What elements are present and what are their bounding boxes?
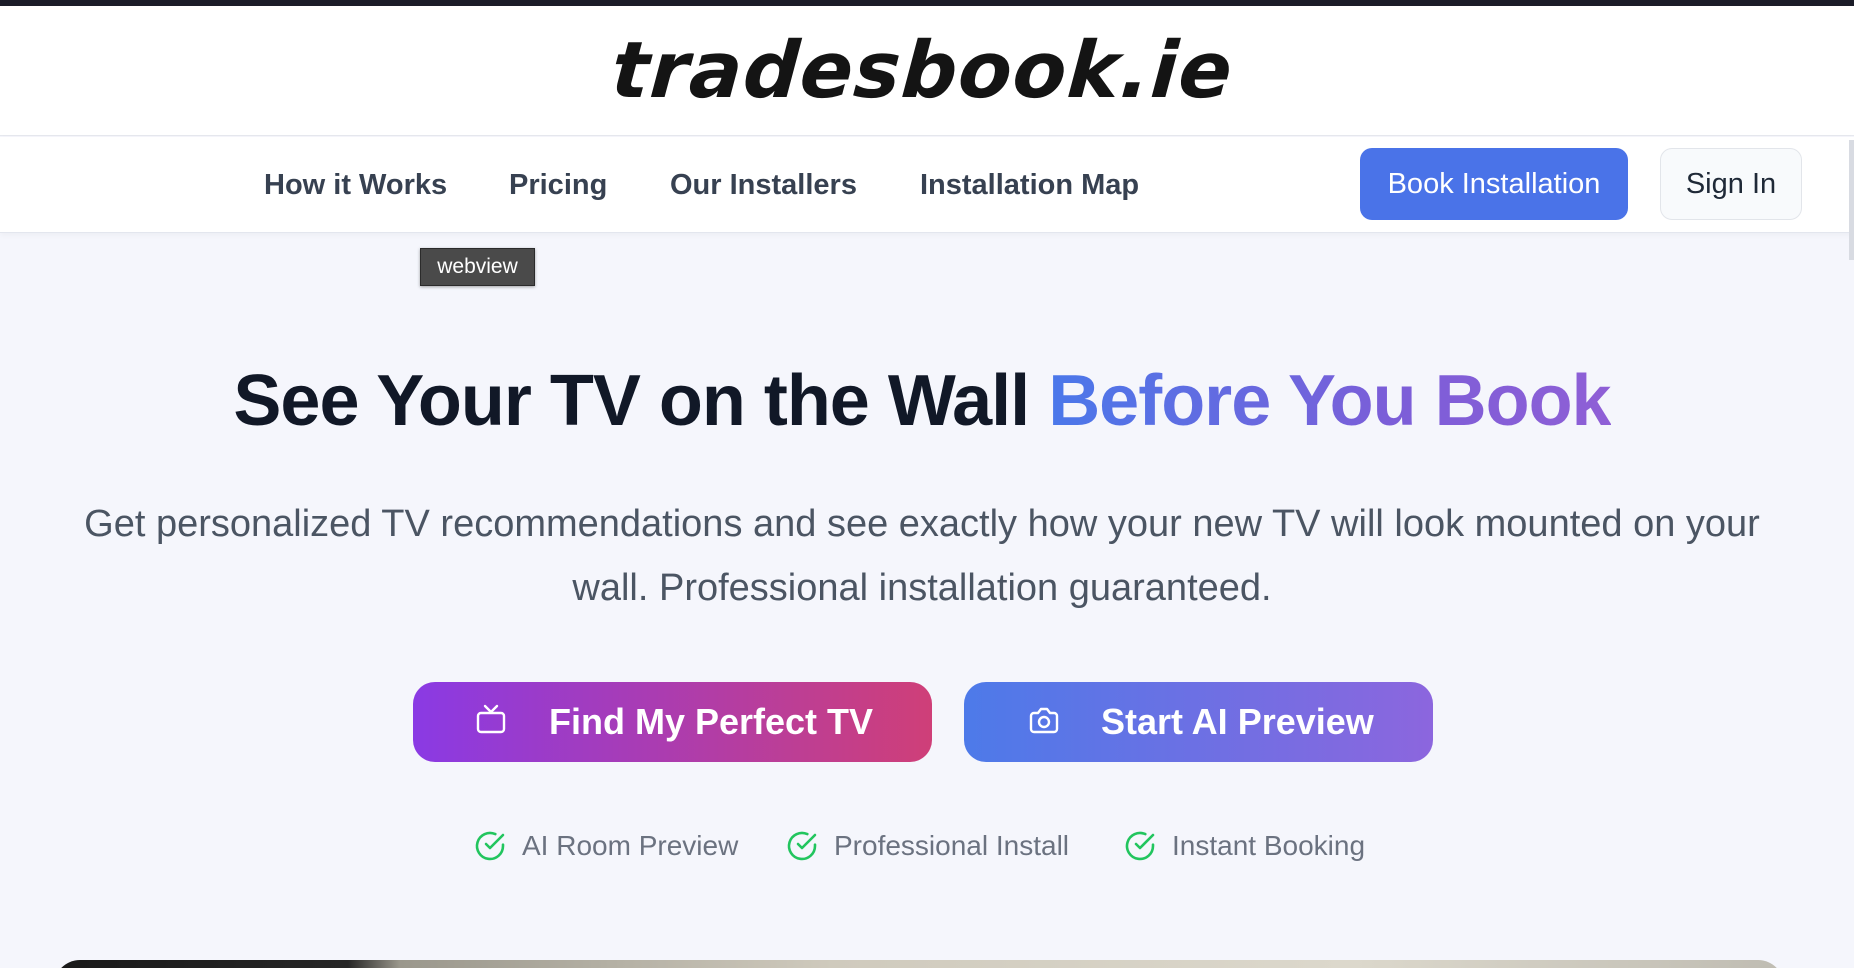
- nav-link-our-installers[interactable]: Our Installers: [670, 137, 857, 233]
- feature-label: Professional Install: [834, 830, 1070, 861]
- room-preview-image: [54, 960, 1784, 968]
- camera-icon: [1028, 706, 1060, 736]
- main-nav: How it Works Pricing Our Installers Inst…: [0, 137, 1854, 233]
- tv-icon: [475, 704, 507, 736]
- nav-link-how-it-works[interactable]: How it Works: [264, 137, 447, 233]
- nav-link-installation-map[interactable]: Installation Map: [920, 137, 1139, 233]
- start-ai-preview-button[interactable]: Start AI Preview: [964, 682, 1433, 762]
- site-logo[interactable]: tradesbook.ie: [608, 26, 1235, 116]
- sign-in-button[interactable]: Sign In: [1660, 148, 1802, 220]
- brand-header: tradesbook.ie: [0, 6, 1854, 136]
- check-circle-icon: [1124, 830, 1156, 862]
- feature-label: AI Room Preview: [522, 830, 739, 861]
- hero-subtitle-line-1: Get personalized TV recommendations and …: [84, 503, 1760, 545]
- hero-subtitle-line-2: wall. Professional installation guarante…: [572, 567, 1272, 609]
- feature-professional-install: Professional Install: [786, 828, 1069, 864]
- check-circle-icon: [474, 830, 506, 862]
- hero-title: See Your TV on the Wall Before You Book: [0, 360, 1844, 442]
- feature-label: Instant Booking: [1172, 830, 1366, 861]
- feature-ai-room-preview: AI Room Preview: [474, 828, 738, 864]
- hero-subtitle: Get personalized TV recommendations and …: [40, 492, 1804, 620]
- hero-title-main: See Your TV on the Wall: [233, 361, 1049, 441]
- find-my-perfect-tv-label: Find My Perfect TV: [549, 701, 874, 742]
- start-ai-preview-label: Start AI Preview: [1101, 701, 1374, 742]
- nav-link-pricing[interactable]: Pricing: [509, 137, 607, 233]
- scrollbar-edge[interactable]: [1849, 140, 1854, 260]
- find-my-perfect-tv-button[interactable]: Find My Perfect TV: [413, 682, 932, 762]
- hero-title-highlight: Before You Book: [1048, 361, 1611, 441]
- webview-tooltip: webview: [420, 248, 535, 286]
- feature-instant-booking: Instant Booking: [1124, 828, 1365, 864]
- check-circle-icon: [786, 830, 818, 862]
- book-installation-button[interactable]: Book Installation: [1360, 148, 1628, 220]
